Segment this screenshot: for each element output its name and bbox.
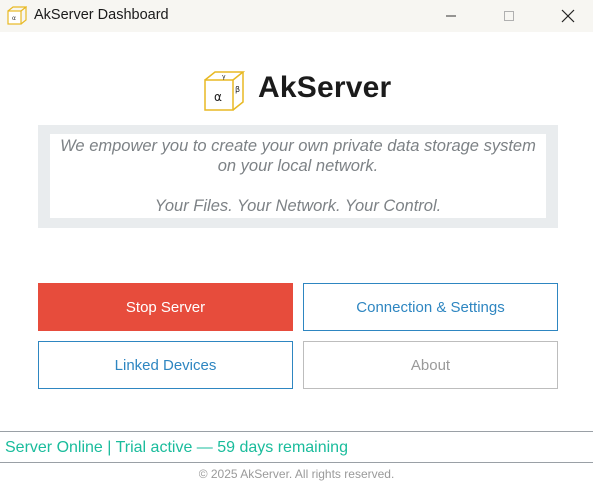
app-name-heading: AkServer [258,71,392,104]
window-title: AkServer Dashboard [34,7,169,23]
maximize-icon [504,11,514,21]
title-bar: α AkServer Dashboard [0,0,593,32]
status-bar: Server Online | Trial active — 59 days r… [0,431,593,463]
copyright-text: © 2025 AkServer. All rights reserved. [198,467,395,481]
close-icon [561,9,575,23]
maximize-button[interactable] [486,0,532,32]
tagline-line-2: on your local network. [217,157,379,175]
tagline-panel: We empower you to create your own privat… [38,125,558,228]
about-button[interactable]: About [303,341,558,389]
linked-devices-button[interactable]: Linked Devices [38,341,293,389]
svg-text:α: α [12,15,16,22]
connection-settings-button[interactable]: Connection & Settings [303,283,558,331]
stop-server-button[interactable]: Stop Server [38,283,293,331]
cube-logo-icon: α β γ [204,71,245,111]
tagline-spacer [50,176,546,196]
tagline-line-3: Your Files. Your Network. Your Control. [154,197,442,215]
minimize-icon [446,15,456,17]
logo-gamma: γ [222,74,226,81]
minimize-button[interactable] [428,0,474,32]
app-cube-icon: α [7,6,27,25]
server-status-text: Server Online | Trial active — 59 days r… [5,439,348,456]
tagline-line-1: We empower you to create your own privat… [60,137,536,155]
logo-alpha: α [214,90,222,104]
tagline-text-box: We empower you to create your own privat… [50,134,546,218]
logo-beta: β [235,85,240,94]
close-button[interactable] [545,0,591,32]
